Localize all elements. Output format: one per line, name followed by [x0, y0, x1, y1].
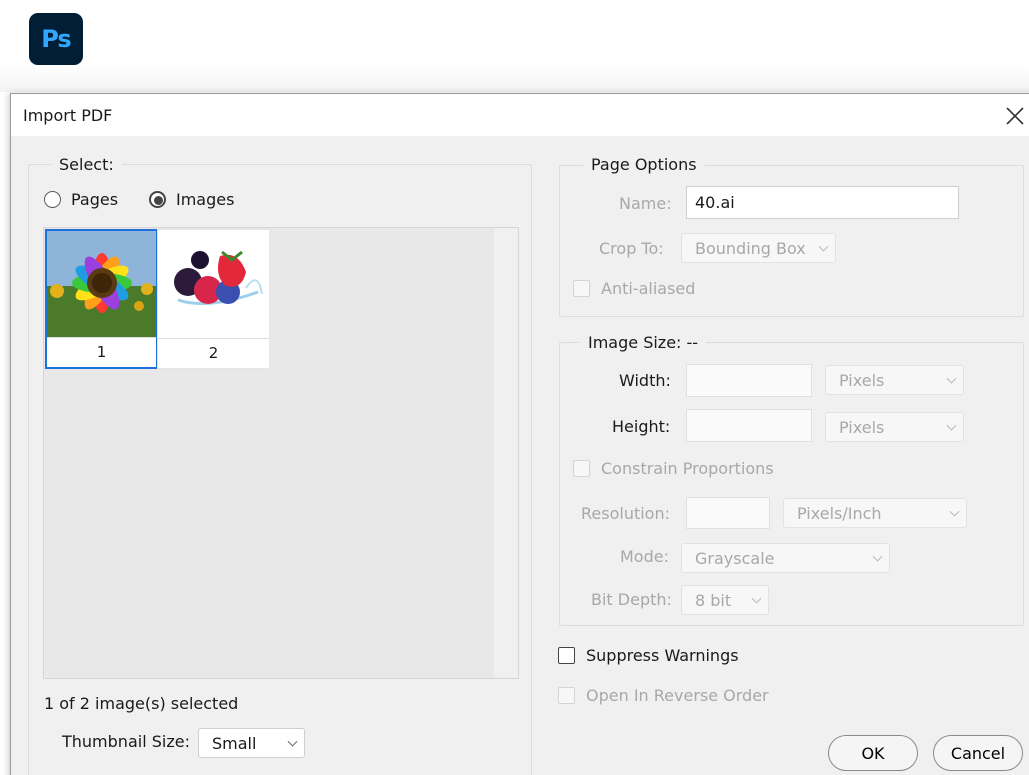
thumbnail-2-label: 2 [158, 338, 269, 368]
crop-to-value: Bounding Box [695, 238, 806, 258]
radio-pages-label: Pages [71, 190, 119, 209]
thumbnail-2[interactable]: 2 [157, 229, 270, 369]
constrain-checkbox[interactable] [573, 460, 590, 477]
radio-images[interactable]: Images [149, 190, 234, 209]
name-value: 40.ai [695, 193, 735, 212]
resolution-unit-value: Pixels/Inch [797, 503, 882, 523]
photoshop-icon[interactable]: Ps [29, 13, 83, 65]
sunflower-image [47, 231, 156, 338]
chevron-down-icon [872, 551, 883, 562]
chevron-down-icon [949, 506, 960, 517]
dialog-title: Import PDF [23, 106, 113, 125]
thumbnail-size-value: Small [212, 733, 257, 753]
suppress-warnings-label: Suppress Warnings [586, 646, 739, 665]
width-unit-value: Pixels [839, 370, 885, 390]
select-legend: Select: [51, 155, 122, 174]
width-label: Width: [619, 371, 671, 390]
crop-to-label: Crop To: [599, 239, 664, 258]
reverse-order-row[interactable]: Open In Reverse Order [558, 686, 769, 705]
berries-image [158, 230, 269, 337]
thumbnail-1-label: 1 [47, 337, 156, 367]
reverse-order-checkbox[interactable] [558, 687, 575, 704]
chevron-down-icon [946, 373, 957, 384]
chevron-down-icon [287, 736, 298, 747]
height-unit-value: Pixels [839, 417, 885, 437]
dialog-titlebar: Import PDF [11, 94, 1029, 136]
thumbnail-scrollbar[interactable] [494, 228, 518, 678]
bit-depth-value: 8 bit [695, 590, 732, 610]
chevron-down-icon [751, 593, 762, 604]
close-icon[interactable] [1003, 104, 1027, 128]
name-label: Name: [619, 194, 672, 213]
width-unit-select[interactable]: Pixels [825, 365, 964, 395]
height-label: Height: [612, 417, 671, 436]
resolution-field[interactable] [686, 497, 770, 529]
import-pdf-dialog: Import PDF Select: Pages Images 1 2 1 of… [10, 93, 1029, 775]
photoshop-logo-text: Ps [41, 25, 71, 53]
name-field[interactable]: 40.ai [686, 186, 959, 219]
radio-pages[interactable]: Pages [44, 190, 118, 209]
height-unit-select[interactable]: Pixels [825, 412, 964, 442]
suppress-warnings-row[interactable]: Suppress Warnings [558, 646, 739, 665]
thumbnail-size-label: Thumbnail Size: [62, 732, 190, 751]
mode-value: Grayscale [695, 548, 775, 568]
chevron-down-icon [818, 241, 829, 252]
constrain-checkbox-row[interactable]: Constrain Proportions [573, 459, 774, 478]
ok-button[interactable]: OK [828, 735, 918, 771]
selection-status: 1 of 2 image(s) selected [44, 694, 239, 713]
radio-images-button[interactable] [149, 191, 166, 208]
resolution-label: Resolution: [581, 504, 670, 523]
mode-label: Mode: [620, 547, 669, 566]
mode-select[interactable]: Grayscale [681, 543, 890, 573]
anti-aliased-checkbox-row[interactable]: Anti-aliased [573, 279, 695, 298]
image-size-legend: Image Size: -- [580, 333, 707, 352]
cancel-button[interactable]: Cancel [933, 735, 1023, 771]
bit-depth-label: Bit Depth: [591, 590, 672, 609]
chevron-down-icon [946, 420, 957, 431]
crop-to-select[interactable]: Bounding Box [681, 233, 836, 263]
constrain-label: Constrain Proportions [601, 459, 774, 478]
radio-images-label: Images [176, 190, 235, 209]
height-field[interactable] [686, 409, 812, 442]
reverse-order-label: Open In Reverse Order [586, 686, 769, 705]
anti-aliased-checkbox[interactable] [573, 280, 590, 297]
resolution-unit-select[interactable]: Pixels/Inch [783, 498, 967, 528]
thumbnail-size-select[interactable]: Small [198, 728, 305, 758]
app-header: Ps [0, 0, 1029, 92]
suppress-warnings-checkbox[interactable] [558, 647, 575, 664]
thumbnail-list[interactable]: 1 2 [43, 227, 519, 679]
bit-depth-select[interactable]: 8 bit [681, 585, 769, 615]
thumbnail-1[interactable]: 1 [45, 229, 158, 369]
width-field[interactable] [686, 364, 812, 397]
page-options-legend: Page Options [583, 155, 705, 174]
radio-pages-button[interactable] [44, 191, 61, 208]
anti-aliased-label: Anti-aliased [601, 279, 696, 298]
